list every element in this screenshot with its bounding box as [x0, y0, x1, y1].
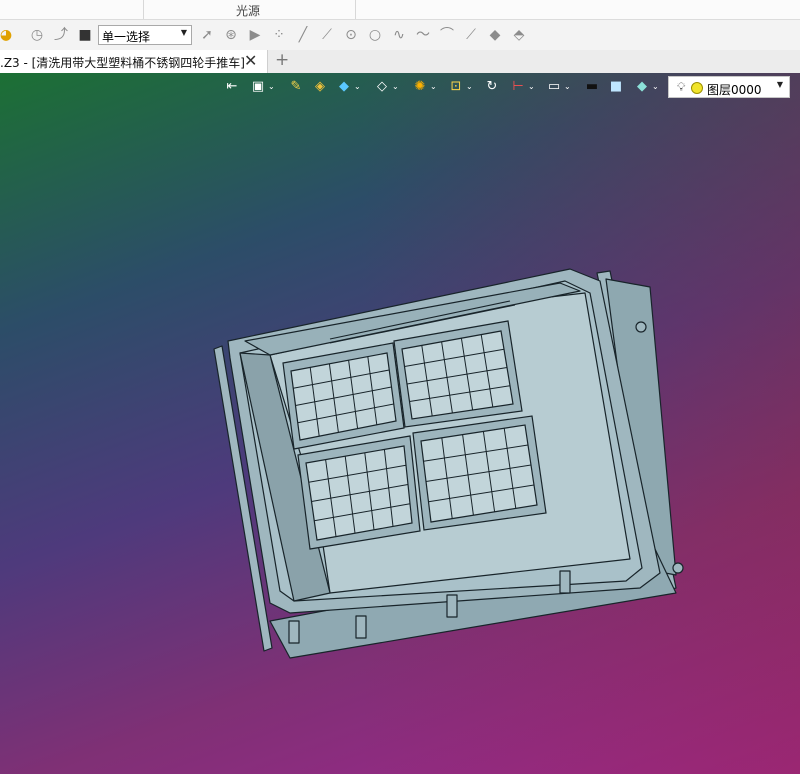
- step-icon[interactable]: ⤴: [53, 27, 69, 43]
- chevron-down-icon[interactable]: ⌄: [466, 82, 473, 91]
- cart-leg: [288, 620, 300, 644]
- layer-color-icon: [691, 82, 703, 94]
- zoom-fit-icon[interactable]: ⊡: [448, 79, 464, 95]
- crate-bottom-left: [297, 435, 421, 550]
- 3d-viewport[interactable]: ⇤ ▣ ⌄ ✎ ◈ ◆ ⌄ ◇ ⌄ ✺ ⌄ ⊡ ⌄ ↻ ⊢ ⌄ ▭ ⌄ ▬ ■ …: [0, 73, 800, 774]
- segment-icon[interactable]: ⟋: [319, 27, 335, 43]
- chevron-down-icon[interactable]: ⌄: [430, 82, 437, 91]
- ribbon-separator: [355, 0, 356, 19]
- layer-shape-icon[interactable]: ⬘: [511, 27, 527, 43]
- caster-knob: [635, 321, 647, 333]
- points-icon[interactable]: ⁘: [271, 27, 287, 43]
- layer-dropdown[interactable]: 💡︎ 图层0000 ▼: [668, 76, 790, 98]
- chevron-down-icon: ▼: [776, 80, 783, 89]
- background-black-icon[interactable]: ▬: [584, 79, 600, 95]
- cart-leg: [355, 615, 367, 639]
- sketch-line-icon[interactable]: ⟋: [463, 27, 479, 43]
- chevron-down-icon[interactable]: ⌄: [392, 82, 399, 91]
- pointer-icon[interactable]: ➚: [199, 27, 215, 43]
- select-mode-value: 单一选择: [102, 30, 151, 44]
- display-icon[interactable]: ▭: [546, 79, 562, 95]
- chevron-down-icon[interactable]: ⌄: [564, 82, 571, 91]
- view-mode-icon[interactable]: ▣: [250, 79, 266, 95]
- circle-point-icon[interactable]: ⊙: [343, 27, 359, 43]
- ribbon-separator: [143, 0, 144, 19]
- cart-model[interactable]: [0, 73, 800, 774]
- history-icon[interactable]: ◷: [29, 27, 45, 43]
- chevron-down-icon[interactable]: ⌄: [652, 82, 659, 91]
- chevron-down-icon[interactable]: ⌄: [268, 82, 275, 91]
- caster-knob: [672, 562, 684, 574]
- ribbon-group-strip: 光源: [0, 0, 800, 20]
- select-mode-dropdown[interactable]: 单一选择 ▼: [98, 25, 192, 45]
- ribbon-group-label-light: 光源: [236, 4, 261, 18]
- dimension-icon[interactable]: ⊢: [510, 79, 526, 95]
- spline-icon[interactable]: ∿: [391, 27, 407, 43]
- plane-icon[interactable]: ◆: [634, 79, 650, 95]
- cart-leg: [559, 570, 571, 594]
- close-icon[interactable]: ✕: [244, 51, 257, 70]
- rotate-icon[interactable]: ↻: [484, 79, 500, 95]
- layer-name: 图层0000: [707, 83, 762, 97]
- play-icon[interactable]: ▶: [247, 27, 263, 43]
- cube-icon[interactable]: ◆: [336, 79, 352, 95]
- document-tab-bar: .Z3 - [清洗用带大型塑料桶不锈钢四轮手推车] ✕ +: [0, 50, 800, 73]
- chevron-down-icon[interactable]: ⌄: [354, 82, 361, 91]
- pick-icon[interactable]: ⊛: [223, 27, 239, 43]
- circle-icon[interactable]: ○: [367, 27, 383, 43]
- arc-icon[interactable]: ⌒: [439, 27, 455, 43]
- cart-leg: [446, 594, 458, 618]
- curve-icon[interactable]: 〜: [415, 27, 431, 43]
- chevron-down-icon[interactable]: ⌄: [528, 82, 535, 91]
- chevron-down-icon: ▼: [180, 28, 187, 37]
- surface-icon[interactable]: ◆: [487, 27, 503, 43]
- quick-toolbar: ◕ ◷ ⤴ ■ 单一选择 ▼ ➚ ⊛ ▶ ⁘ ╱ ⟋ ⊙ ○ ∿ 〜 ⌒ ⟋ ◆…: [0, 20, 800, 51]
- document-tab-title: .Z3 - [清洗用带大型塑料桶不锈钢四轮手推车]: [0, 56, 245, 70]
- shaded-cube-icon[interactable]: ◈: [312, 79, 328, 95]
- exit-icon[interactable]: ⇤: [224, 79, 240, 95]
- white-cube-icon[interactable]: ◇: [374, 79, 390, 95]
- new-tab-button[interactable]: +: [275, 50, 289, 70]
- color-wheel-icon[interactable]: ✺: [412, 79, 428, 95]
- view-toolbar: ⇤ ▣ ⌄ ✎ ◈ ◆ ⌄ ◇ ⌄ ✺ ⌄ ⊡ ⌄ ↻ ⊢ ⌄ ▭ ⌄ ▬ ■ …: [222, 75, 800, 99]
- wrench-icon[interactable]: ✎: [288, 79, 304, 95]
- lightbulb-icon: 💡︎: [677, 80, 686, 94]
- stop-icon[interactable]: ■: [77, 27, 93, 43]
- app-logo-icon[interactable]: ◕: [0, 27, 14, 43]
- background-white-icon[interactable]: ■: [608, 79, 624, 95]
- document-tab[interactable]: .Z3 - [清洗用带大型塑料桶不锈钢四轮手推车] ✕: [0, 50, 268, 73]
- line-icon[interactable]: ╱: [295, 27, 311, 43]
